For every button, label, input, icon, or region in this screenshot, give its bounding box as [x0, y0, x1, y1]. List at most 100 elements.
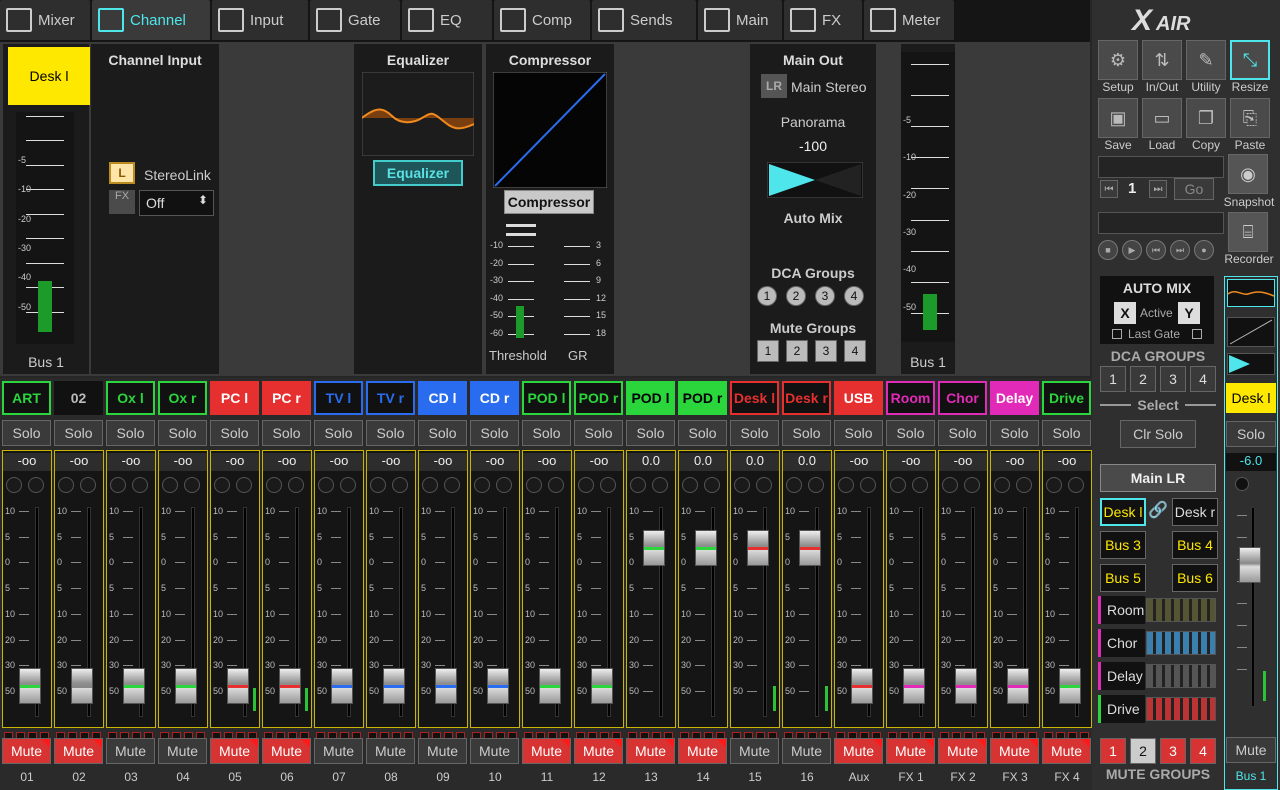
pan-knob[interactable]: [548, 477, 564, 493]
gain-knob[interactable]: [838, 477, 854, 493]
channel-name-button[interactable]: POD r: [574, 381, 623, 415]
right-mute-group-4[interactable]: 4: [1190, 738, 1216, 764]
pan-knob[interactable]: [964, 477, 980, 493]
save-icon[interactable]: ▣: [1098, 98, 1138, 138]
resize-icon[interactable]: ⤡: [1230, 40, 1270, 80]
fader-handle[interactable]: [1059, 668, 1081, 705]
fader-handle[interactable]: [279, 668, 301, 705]
in-out-icon[interactable]: ⇅: [1142, 40, 1182, 80]
tab-input[interactable]: Input: [212, 0, 308, 40]
last-gate-checkbox-y[interactable]: [1192, 329, 1202, 339]
solo-button[interactable]: Solo: [782, 420, 831, 446]
dca-group-1[interactable]: 1: [757, 286, 777, 306]
channel-name-button[interactable]: TV r: [366, 381, 415, 415]
main-lr-button[interactable]: Main LR: [1100, 464, 1216, 492]
solo-button[interactable]: Solo: [366, 420, 415, 446]
gain-knob[interactable]: [162, 477, 178, 493]
gain-knob[interactable]: [58, 477, 74, 493]
fx-button-drive[interactable]: Drive: [1101, 695, 1145, 723]
mute-button[interactable]: Mute: [418, 738, 467, 764]
panorama-control[interactable]: [767, 162, 863, 198]
fader-handle[interactable]: [487, 668, 509, 705]
right-dca-2[interactable]: 2: [1130, 366, 1156, 392]
fader-handle[interactable]: [71, 668, 93, 705]
solo-button[interactable]: Solo: [418, 420, 467, 446]
pan-knob[interactable]: [496, 477, 512, 493]
mute-button[interactable]: Mute: [2, 738, 51, 764]
mute-group-2[interactable]: 2: [786, 340, 808, 362]
channel-name-button[interactable]: Desk r: [782, 381, 831, 415]
channel-name-button[interactable]: 02: [54, 381, 103, 415]
gain-knob[interactable]: [370, 477, 386, 493]
pan-knob[interactable]: [80, 477, 96, 493]
pan-knob[interactable]: [1068, 477, 1084, 493]
mute-button[interactable]: Mute: [158, 738, 207, 764]
prev-snapshot-icon[interactable]: ⏮: [1100, 180, 1118, 198]
paste-icon[interactable]: ⎘: [1230, 98, 1270, 138]
solo-button[interactable]: Solo: [990, 420, 1039, 446]
selected-eq-thumb[interactable]: [1227, 279, 1275, 307]
mute-button[interactable]: Mute: [782, 738, 831, 764]
tab-comp[interactable]: Comp: [494, 0, 590, 40]
forward-icon[interactable]: ⏭: [1170, 240, 1190, 260]
pan-knob[interactable]: [912, 477, 928, 493]
mute-group-4[interactable]: 4: [844, 340, 866, 362]
solo-button[interactable]: Solo: [314, 420, 363, 446]
mute-button[interactable]: Mute: [1042, 738, 1091, 764]
fader-handle[interactable]: [19, 668, 41, 705]
gain-knob[interactable]: [266, 477, 282, 493]
fader-handle[interactable]: [383, 668, 405, 705]
selected-comp-thumb[interactable]: [1227, 317, 1275, 347]
bus-button-3[interactable]: Bus 3: [1100, 531, 1146, 559]
play-icon[interactable]: ▶: [1122, 240, 1142, 260]
channel-name-button[interactable]: Ox r: [158, 381, 207, 415]
pan-knob[interactable]: [1016, 477, 1032, 493]
mute-group-3[interactable]: 3: [815, 340, 837, 362]
pan-knob[interactable]: [236, 477, 252, 493]
fx-button-chor[interactable]: Chor: [1101, 629, 1145, 657]
right-mute-group-2[interactable]: 2: [1130, 738, 1156, 764]
mute-button[interactable]: Mute: [522, 738, 571, 764]
tab-channel[interactable]: Channel: [92, 0, 210, 40]
gear-icon[interactable]: ⚙: [1098, 40, 1138, 80]
fader-handle[interactable]: [851, 668, 873, 705]
mute-button[interactable]: Mute: [210, 738, 259, 764]
solo-button[interactable]: Solo: [2, 420, 51, 446]
channel-name-button[interactable]: PC l: [210, 381, 259, 415]
pan-knob[interactable]: [132, 477, 148, 493]
mute-button[interactable]: Mute: [262, 738, 311, 764]
right-dca-4[interactable]: 4: [1190, 366, 1216, 392]
channel-name-button[interactable]: POD l: [522, 381, 571, 415]
rewind-icon[interactable]: ⏮: [1146, 240, 1166, 260]
tab-sends[interactable]: Sends: [592, 0, 696, 40]
tab-mixer[interactable]: Mixer: [0, 0, 90, 40]
clear-solo-button[interactable]: Clr Solo: [1120, 420, 1196, 448]
pan-knob[interactable]: [444, 477, 460, 493]
pan-knob[interactable]: [28, 477, 44, 493]
gain-knob[interactable]: [630, 477, 646, 493]
selected-solo-button[interactable]: Solo: [1226, 421, 1276, 447]
mute-button[interactable]: Mute: [470, 738, 519, 764]
selected-fader[interactable]: [1225, 501, 1277, 721]
compressor-button[interactable]: Compressor: [504, 190, 594, 214]
channel-name-button[interactable]: TV l: [314, 381, 363, 415]
solo-button[interactable]: Solo: [626, 420, 675, 446]
gain-knob[interactable]: [734, 477, 750, 493]
gain-knob[interactable]: [526, 477, 542, 493]
right-dca-3[interactable]: 3: [1160, 366, 1186, 392]
fader-handle[interactable]: [591, 668, 613, 705]
right-dca-1[interactable]: 1: [1100, 366, 1126, 392]
solo-button[interactable]: Solo: [522, 420, 571, 446]
channel-name-button[interactable]: ART: [2, 381, 51, 415]
fader-handle[interactable]: [227, 668, 249, 705]
solo-button[interactable]: Solo: [470, 420, 519, 446]
fader-handle[interactable]: [1007, 668, 1029, 705]
channel-name-button[interactable]: Drive: [1042, 381, 1091, 415]
fader-handle[interactable]: [955, 668, 977, 705]
gain-knob[interactable]: [6, 477, 22, 493]
channel-name-button[interactable]: CD l: [418, 381, 467, 415]
automix-x-button[interactable]: X: [1114, 302, 1136, 324]
last-gate-checkbox-x[interactable]: [1112, 329, 1122, 339]
solo-button[interactable]: Solo: [886, 420, 935, 446]
next-snapshot-icon[interactable]: ⏭: [1149, 180, 1167, 198]
